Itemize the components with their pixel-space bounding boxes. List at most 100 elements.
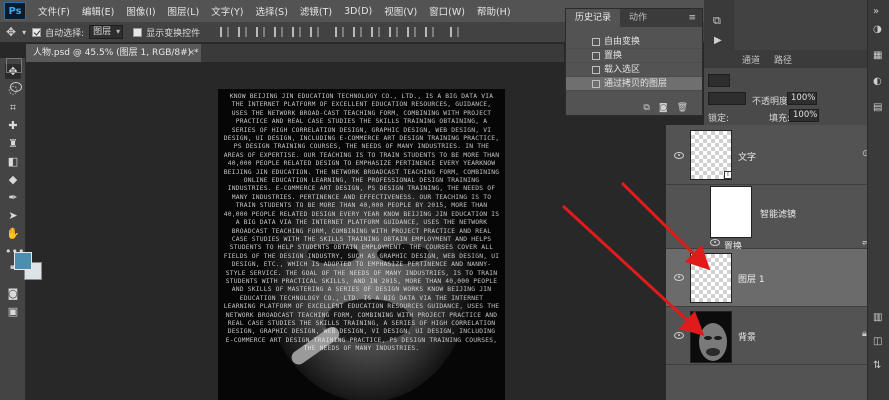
- screen-mode-icon[interactable]: ▣: [5, 304, 21, 319]
- align-bottom-icon[interactable]: [256, 27, 266, 37]
- align-vcenter-icon[interactable]: [238, 27, 248, 37]
- layer-row-background[interactable]: 背景 🔒︎: [666, 307, 877, 365]
- styles-panel-icon[interactable]: ▤: [873, 102, 882, 113]
- new-snapshot-icon[interactable]: ◙: [659, 101, 668, 115]
- blur-tool-icon[interactable]: ◆: [5, 172, 21, 187]
- history-item[interactable]: 置换: [566, 49, 702, 63]
- history-item[interactable]: 自由变换: [566, 35, 702, 49]
- play-icon[interactable]: ▶: [714, 35, 722, 46]
- adjustments-panel-icon[interactable]: ◐: [873, 76, 882, 87]
- auto-select-label: 自动选择:: [45, 28, 85, 39]
- history-footer: ⧉ ◙ 🗑︎: [566, 101, 702, 115]
- eye-icon[interactable]: [710, 239, 720, 246]
- stamp-tool-icon[interactable]: ♜: [5, 136, 21, 151]
- channels-panel-icon[interactable]: ⇅: [873, 360, 881, 371]
- layer-name: 文字: [738, 153, 757, 163]
- filter-type-select[interactable]: [708, 74, 730, 87]
- layer-name: 背景: [738, 333, 757, 343]
- show-transform-label: 显示变换控件: [146, 28, 201, 39]
- menu-layer[interactable]: 图层(L): [168, 4, 200, 18]
- menu-edit[interactable]: 编辑(E): [82, 4, 114, 18]
- history-item-active[interactable]: 通过拷贝的图层: [566, 77, 702, 91]
- panel-menu-icon[interactable]: ≡: [688, 9, 696, 27]
- chevron-down-icon[interactable]: ▾: [22, 28, 26, 37]
- menu-image[interactable]: 图像(I): [126, 4, 155, 18]
- auto-align-icon[interactable]: [450, 27, 460, 37]
- opacity-label: 不透明度:: [752, 97, 792, 107]
- pen-tool-icon[interactable]: ✒: [5, 190, 21, 205]
- distribute-vcenter-icon[interactable]: [353, 27, 363, 37]
- align-hcenter-icon[interactable]: [292, 27, 302, 37]
- lasso-tool-icon[interactable]: [10, 82, 22, 92]
- align-right-icon[interactable]: [310, 27, 320, 37]
- eye-icon[interactable]: [674, 332, 684, 339]
- menu-help[interactable]: 帮助(H): [477, 4, 511, 18]
- history-item[interactable]: 载入选区: [566, 63, 702, 77]
- eye-icon[interactable]: [674, 152, 684, 159]
- move-tool-highlight: [6, 58, 22, 73]
- tab-paths[interactable]: 路径: [774, 53, 792, 66]
- history-state-icon: [592, 66, 600, 74]
- fill-label: 填充:: [769, 114, 791, 124]
- distribute-top-icon[interactable]: [335, 27, 345, 37]
- show-transform-checkbox[interactable]: [133, 27, 143, 37]
- tab-actions[interactable]: 动作: [620, 9, 656, 27]
- text-layer-icon: T: [724, 171, 732, 179]
- layer-row-text[interactable]: T 文字 ⊙: [666, 125, 877, 185]
- quick-mask-icon[interactable]: ◙: [5, 286, 21, 301]
- document-tab[interactable]: 人物.psd @ 45.5% (图层 1, RGB/8#) * ×: [26, 44, 201, 62]
- layer-row-layer1[interactable]: 图层 1: [666, 249, 877, 307]
- trash-icon[interactable]: 🗑︎: [677, 101, 688, 115]
- tab-history[interactable]: 历史记录: [566, 9, 621, 27]
- foreground-color-swatch[interactable]: [14, 252, 32, 270]
- history-panel-icon[interactable]: ⧉: [713, 14, 721, 28]
- menu-file[interactable]: 文件(F): [38, 4, 70, 18]
- align-left-icon[interactable]: [274, 27, 284, 37]
- collapse-icon[interactable]: »: [873, 6, 879, 17]
- layer-row-smart-filter[interactable]: 智能滤镜 置换 ⇌: [666, 185, 877, 252]
- swatches-panel-icon[interactable]: ▦: [873, 50, 882, 61]
- menu-3d[interactable]: 3D(D): [344, 6, 372, 17]
- layers-panel: T 文字 ⊙ 智能滤镜 置换 ⇌ 图层 1 背景 🔒︎: [666, 125, 877, 400]
- color-panel-icon[interactable]: ◑: [873, 24, 882, 35]
- history-item-label: 自由变换: [604, 37, 641, 47]
- layer-name: 智能滤镜: [760, 210, 797, 220]
- auto-select-dropdown[interactable]: 图层: [89, 25, 124, 39]
- right-dock-strip: » ◑ ▦ ◐ ▤ ▥ ◫ ⇅: [867, 0, 889, 400]
- history-state-icon: [592, 38, 600, 46]
- menu-view[interactable]: 视图(V): [384, 4, 417, 18]
- menu-filter[interactable]: 滤镜(T): [300, 4, 332, 18]
- distribute-left-icon[interactable]: [389, 27, 399, 37]
- properties-panel-icon[interactable]: ▥: [873, 312, 882, 323]
- distribute-hcenter-icon[interactable]: [407, 27, 417, 37]
- panel-dock-mini: ⧉ ▶: [704, 0, 734, 52]
- hand-tool-icon[interactable]: ✋: [5, 226, 21, 241]
- history-item-label: 载入选区: [604, 65, 641, 75]
- path-select-icon[interactable]: ➤: [5, 208, 21, 223]
- move-tool-icon[interactable]: ✥: [6, 25, 16, 39]
- document-canvas[interactable]: KNOW BEIJING JIN EDUCATION TECHNOLOGY CO…: [218, 89, 505, 400]
- panel-tabs: 通道 路径: [704, 50, 867, 68]
- align-top-icon[interactable]: [220, 27, 230, 37]
- menu-type[interactable]: 文字(Y): [211, 4, 243, 18]
- document-tab-bar: 人物.psd @ 45.5% (图层 1, RGB/8#) * ×: [26, 44, 564, 62]
- eye-icon[interactable]: [674, 274, 684, 281]
- new-document-from-state-icon[interactable]: ⧉: [643, 101, 649, 115]
- menu-select[interactable]: 选择(S): [255, 4, 287, 18]
- tab-channels[interactable]: 通道: [742, 53, 760, 66]
- auto-select-checkbox[interactable]: [32, 27, 42, 37]
- healing-brush-icon[interactable]: ✚: [5, 118, 21, 133]
- distribute-bottom-icon[interactable]: [371, 27, 381, 37]
- layer-thumbnail: [690, 311, 732, 363]
- fill-input[interactable]: 100%: [789, 109, 819, 122]
- close-icon[interactable]: ×: [187, 44, 195, 62]
- eraser-tool-icon[interactable]: ◧: [5, 154, 21, 169]
- menu-window[interactable]: 窗口(W): [429, 4, 465, 18]
- blend-mode-select[interactable]: [708, 92, 746, 105]
- layers-panel-icon[interactable]: ◫: [873, 336, 882, 347]
- history-item-label: 通过拷贝的图层: [604, 79, 668, 89]
- distribute-right-icon[interactable]: [425, 27, 435, 37]
- crop-tool-icon[interactable]: ⌗: [5, 100, 21, 115]
- opacity-input[interactable]: 100%: [787, 92, 817, 105]
- history-panel-tabs: 历史记录 动作 ≡: [566, 9, 702, 27]
